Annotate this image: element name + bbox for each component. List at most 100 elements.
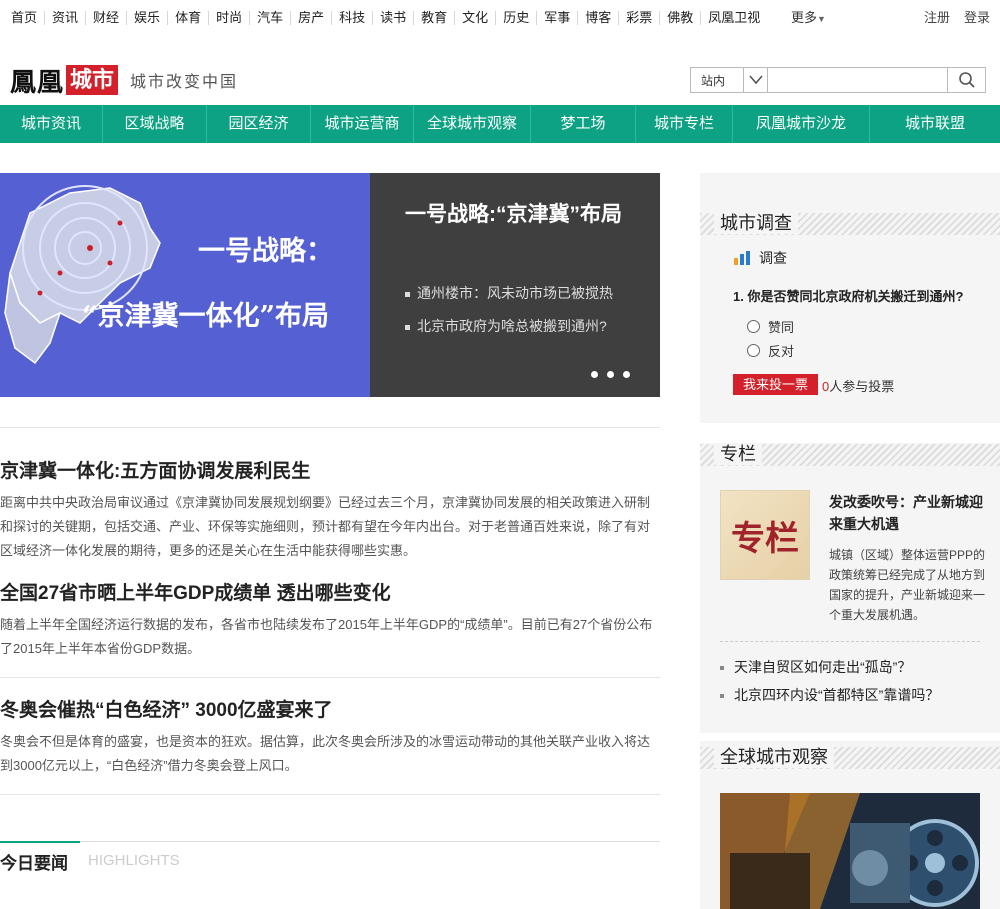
news-summary: 随着上半年全国经济运行数据的发布，各省市也陆续发布了2015年上半年GDP的“成…: [0, 617, 653, 656]
top-nav-link[interactable]: 汽车: [250, 11, 292, 25]
main-nav-item[interactable]: 城市专栏: [636, 105, 733, 143]
news-title[interactable]: 冬奥会催热“白色经济” 3000亿盛宴来了: [0, 695, 660, 722]
column-link-text: 北京四环内设“首都特区”靠谱吗？: [734, 687, 940, 703]
search-bar: 站内: [690, 67, 990, 93]
global-header: 全球城市观察: [700, 746, 1000, 769]
feature-title[interactable]: 一号战略:“京津冀”布局: [405, 199, 640, 230]
radio-button[interactable]: [747, 320, 760, 333]
main-nav: 城市资讯 区域战略 园区经济 城市运营商 全球城市观察 梦工场 城市专栏 凤凰城市沙龙 城市联盟: [0, 105, 1000, 143]
top-nav-link[interactable]: 历史: [496, 11, 538, 25]
map-graphic: [4, 185, 161, 365]
column-title[interactable]: 发改委吹号：产业新城迎来重大机遇: [829, 491, 987, 535]
feature-panel: 一号战略:“京津冀”布局 通州楼市：风未动市场已被搅热 北京市政府为啥总被搬到通…: [370, 173, 660, 397]
divider: [0, 841, 660, 842]
carousel-dots: [591, 371, 630, 378]
main-nav-item[interactable]: 凤凰城市沙龙: [733, 105, 870, 143]
top-nav-link[interactable]: 彩票: [619, 11, 661, 25]
column-image[interactable]: 专栏: [720, 490, 810, 580]
highlights-subtitle: HIGHLIGHTS: [88, 852, 180, 869]
top-nav-link[interactable]: 博客: [578, 11, 620, 25]
feature-carousel: 一号战略： “京津冀一体化”布局 一号战略:“京津冀”布局 通州楼市：风未动市场…: [0, 173, 660, 397]
logo-slogan: 城市改变中国: [130, 72, 239, 91]
bar-chart-icon: [734, 251, 750, 265]
survey-tag-label: 调查: [759, 250, 787, 266]
main-nav-item[interactable]: 全球城市观察: [414, 105, 531, 143]
logo-city: 城市: [66, 65, 119, 95]
vote-button[interactable]: 我来投一票: [733, 374, 819, 395]
site-logo[interactable]: 鳳凰 城市 城市改变中国: [10, 64, 239, 98]
login-link[interactable]: 登录: [964, 11, 990, 25]
highlights-title: 今日要闻: [0, 854, 68, 873]
logo-brand: 鳳凰: [10, 67, 65, 98]
more-label: 更多: [791, 10, 818, 25]
top-nav-items: 首页 资讯 财经 娱乐 体育 时尚 汽车 房产 科技 读书 教育 文化 历史 军事 博客 彩票 佛教 凤凰卫视: [4, 11, 767, 25]
top-nav-link[interactable]: 教育: [414, 11, 456, 25]
top-nav-link[interactable]: 首页: [4, 11, 46, 25]
top-nav-link[interactable]: 军事: [537, 11, 579, 25]
top-nav-link[interactable]: 娱乐: [127, 11, 169, 25]
main-nav-item[interactable]: 园区经济: [207, 105, 311, 143]
news-item: 冬奥会催热“白色经济” 3000亿盛宴来了 冬奥会不但是体育的盛宴，也是资本的狂…: [0, 695, 660, 778]
top-nav: 首页 资讯 财经 娱乐 体育 时尚 汽车 房产 科技 读书 教育 文化 历史 军事 博客 彩票 佛教 凤凰卫视 更…: [0, 0, 1000, 38]
carousel-dot[interactable]: [607, 371, 614, 378]
feature-image[interactable]: 一号战略： “京津冀一体化”布局: [0, 173, 370, 397]
top-nav-link[interactable]: 科技: [332, 11, 374, 25]
search-scope-select[interactable]: 站内: [690, 67, 768, 93]
survey-option[interactable]: 反对: [747, 341, 794, 360]
section-title: 城市调查: [714, 212, 798, 234]
top-nav-link[interactable]: 文化: [455, 11, 497, 25]
survey-question: 1. 你是否赞同北京政府机关搬迁到通州?: [733, 289, 964, 304]
search-input[interactable]: [768, 67, 948, 93]
section-title: 全球城市观察: [714, 746, 834, 768]
column-link[interactable]: 天津自贸区如何走出“孤岛”？: [720, 657, 911, 677]
main-nav-item[interactable]: 区域战略: [103, 105, 207, 143]
option-label: 赞同: [768, 320, 795, 335]
survey-header: 城市调查: [700, 212, 1000, 235]
top-nav-link[interactable]: 体育: [168, 11, 210, 25]
global-image[interactable]: [720, 793, 980, 909]
news-summary: 距离中共中央政治局审议通过《京津冀协同发展规划纲要》已经过去三个月，京津冀协同发…: [0, 495, 651, 558]
top-nav-link[interactable]: 凤凰卫视: [701, 11, 767, 25]
section-title: 专栏: [714, 443, 762, 465]
film-reel-graphic: [720, 793, 980, 909]
survey-tag: 调查: [733, 248, 787, 268]
search-button[interactable]: [948, 67, 986, 93]
top-nav-link[interactable]: 房产: [291, 11, 333, 25]
divider: [0, 794, 660, 795]
carousel-dot[interactable]: [623, 371, 630, 378]
survey-option[interactable]: 赞同: [747, 317, 794, 336]
news-title[interactable]: 全国27省市晒上半年GDP成绩单 透出哪些变化: [0, 578, 660, 605]
chevron-down-icon: [743, 68, 767, 92]
feature-link[interactable]: 通州楼市：风未动市场已被搅热: [405, 283, 613, 303]
main-nav-item[interactable]: 城市资讯: [0, 105, 103, 143]
more-menu[interactable]: 更多▼: [791, 11, 826, 26]
bullet-icon: [720, 694, 724, 699]
bullet-icon: [720, 666, 724, 671]
main-nav-item[interactable]: 城市联盟: [870, 105, 1000, 143]
main-nav-item[interactable]: 梦工场: [531, 105, 636, 143]
vote-count-label: 人参与投票: [829, 379, 895, 394]
column-link[interactable]: 北京四环内设“首都特区”靠谱吗？: [720, 685, 939, 705]
news-summary: 冬奥会不但是体育的盛宴，也是资本的狂欢。据估算，此次冬奥会所涉及的冰雪运动带动的…: [0, 734, 651, 773]
accent-bar: [0, 841, 80, 843]
top-nav-link[interactable]: 佛教: [660, 11, 702, 25]
search-icon: [958, 72, 975, 88]
top-nav-link[interactable]: 资讯: [45, 11, 87, 25]
main-nav-item[interactable]: 城市运营商: [311, 105, 414, 143]
feature-image-line1: 一号战略：: [198, 236, 333, 267]
divider: [720, 641, 980, 642]
news-item: 京津冀一体化:五方面协调发展利民生 距离中共中央政治局审议通过《京津冀协同发展规…: [0, 456, 660, 563]
top-nav-link[interactable]: 时尚: [209, 11, 251, 25]
divider: [0, 427, 660, 428]
option-label: 反对: [768, 344, 795, 359]
carousel-dot[interactable]: [591, 371, 598, 378]
feature-link[interactable]: 北京市政府为啥总被搬到通州?: [405, 316, 607, 336]
radio-button[interactable]: [747, 344, 760, 357]
search-scope-value: 站内: [701, 73, 726, 88]
news-title[interactable]: 京津冀一体化:五方面协调发展利民生: [0, 456, 660, 483]
top-nav-link[interactable]: 财经: [86, 11, 128, 25]
column-image-text: 专栏: [731, 518, 799, 559]
top-nav-link[interactable]: 读书: [373, 11, 415, 25]
register-link[interactable]: 注册: [924, 11, 950, 25]
news-item: 全国27省市晒上半年GDP成绩单 透出哪些变化 随着上半年全国经济运行数据的发布…: [0, 578, 660, 661]
